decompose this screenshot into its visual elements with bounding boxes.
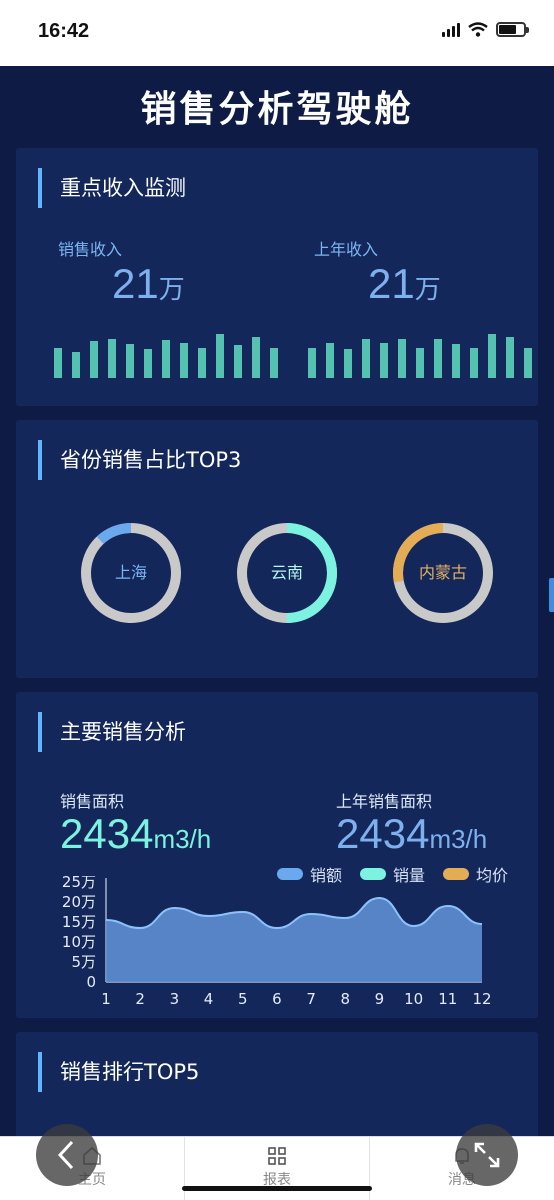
x-tick-label: 4 (204, 990, 214, 1008)
expand-button[interactable] (456, 1124, 518, 1186)
x-tick-label: 10 (404, 990, 423, 1008)
mini-bar (380, 343, 388, 378)
sales-area-chart: 05万10万15万20万25万1 2 3 4 5 6 7 8 9 10 11 12 (62, 876, 492, 1008)
battery-icon (496, 22, 529, 37)
y-tick-label: 15万 (62, 913, 96, 931)
x-tick-label: 9 (375, 990, 385, 1008)
main-sales-title: 主要销售分析 (38, 712, 186, 752)
province-share-title: 省份销售占比TOP3 (38, 440, 241, 480)
wifi-icon (468, 22, 488, 37)
mini-bar (252, 337, 260, 378)
mini-bar (54, 348, 62, 378)
mini-bar (198, 348, 206, 378)
x-tick-label: 11 (438, 990, 457, 1008)
mini-bar (362, 339, 370, 378)
mini-bar (452, 344, 460, 378)
mini-bar (470, 348, 478, 378)
sales-area-label: 销售面积 (60, 792, 125, 811)
status-icons (442, 22, 529, 37)
x-tick-label: 5 (238, 990, 248, 1008)
income-monitor-title: 重点收入监测 (38, 168, 186, 208)
sales-income-value: 21万 (112, 260, 185, 307)
sales-income-label: 销售收入 (58, 240, 123, 259)
mini-bar (344, 349, 352, 378)
income-monitor-card: 重点收入监测 销售收入 21万 上年收入 21万 (16, 148, 538, 406)
y-tick-label: 10万 (62, 933, 96, 951)
x-tick-label: 3 (170, 990, 180, 1008)
mini-bar (488, 334, 496, 378)
status-bar: 16:42 (0, 0, 554, 66)
last-year-income-mini-bars (308, 330, 532, 378)
mini-bar (162, 340, 170, 378)
sales-income-mini-bars (54, 330, 278, 378)
mini-bar (308, 348, 316, 378)
mini-bar (506, 337, 514, 378)
sales-area-value: 2434m3/h (60, 810, 212, 857)
mini-bar (216, 334, 224, 378)
last-year-area-value: 2434m3/h (336, 810, 488, 857)
chevron-left-icon (57, 1140, 74, 1170)
mini-bar (144, 349, 152, 378)
last-year-income-label: 上年收入 (314, 240, 379, 259)
x-tick-label: 2 (135, 990, 145, 1008)
donut-1: 云南 (232, 518, 342, 628)
donut-0: 上海 (76, 518, 186, 628)
mini-bar (180, 343, 188, 378)
last-year-area-label: 上年销售面积 (336, 792, 433, 811)
mini-bar (326, 343, 334, 378)
mini-bar (416, 348, 424, 378)
scroll-indicator[interactable] (549, 578, 554, 612)
grid-icon (268, 1147, 286, 1165)
series-area-sales-amount (106, 898, 482, 982)
last-year-income-value: 21万 (368, 260, 441, 307)
x-tick-label: 1 (101, 990, 111, 1008)
cellular-signal-icon (442, 22, 460, 37)
home-indicator (182, 1186, 372, 1191)
x-tick-label: 12 (472, 990, 491, 1008)
donut-2: 内蒙古 (388, 518, 498, 628)
ranking-title: 销售排行TOP5 (38, 1052, 199, 1092)
mini-bar (270, 348, 278, 378)
x-tick-label: 8 (340, 990, 350, 1008)
mini-bar (126, 344, 134, 378)
expand-icon (474, 1142, 500, 1168)
x-tick-label: 7 (306, 990, 316, 1008)
page-title: 销售分析驾驶舱 (140, 89, 414, 130)
y-tick-label: 20万 (62, 893, 96, 911)
donut-label: 云南 (270, 563, 303, 582)
main-sales-card: 主要销售分析 销售面积 2434m3/h 上年销售面积 2434m3/h 销额 … (16, 692, 538, 1018)
mini-bar (234, 345, 242, 378)
y-tick-label: 0 (86, 973, 96, 991)
x-tick-label: 6 (272, 990, 282, 1008)
status-time: 16:42 (38, 20, 90, 42)
donut-label: 上海 (114, 563, 147, 582)
mini-bar (90, 341, 98, 378)
y-tick-label: 25万 (62, 876, 96, 891)
mini-bar (72, 352, 80, 378)
mini-bar (108, 339, 116, 378)
y-tick-label: 5万 (71, 953, 96, 971)
mini-bar (524, 348, 532, 378)
province-share-card: 省份销售占比TOP3 上海 云南 内蒙古 (16, 420, 538, 678)
mini-bar (434, 339, 442, 378)
donut-label: 内蒙古 (418, 563, 467, 582)
back-button[interactable] (36, 1124, 98, 1186)
mini-bar (398, 339, 406, 378)
